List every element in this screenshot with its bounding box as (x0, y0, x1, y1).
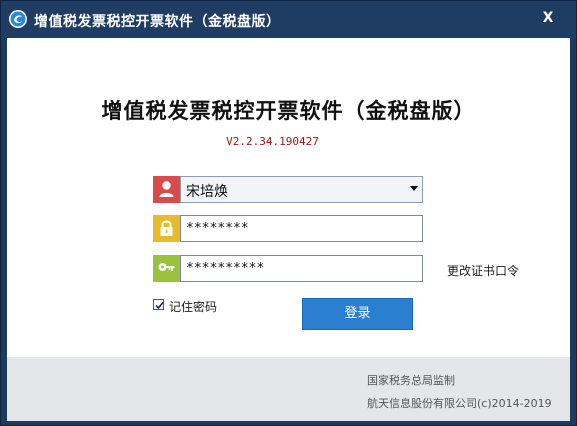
app-logo-icon (9, 10, 27, 28)
close-button[interactable]: X (534, 7, 562, 29)
remember-password-checkbox[interactable] (153, 299, 164, 310)
version-text: V2.2.34.190427 (226, 135, 319, 148)
user-icon (153, 176, 180, 203)
title-bar[interactable]: 增值税发票税控开票软件（金税盘版） X (1, 1, 576, 38)
window-title: 增值税发票税控开票软件（金税盘版） (34, 14, 281, 30)
page-title: 增值税发票税控开票软件（金税盘版） (101, 99, 476, 123)
copyright-text: 航天信息股份有限公司(c)2014-2019 (367, 397, 552, 410)
change-cert-password-link[interactable]: 更改证书口令 (447, 262, 519, 279)
checkmark-icon (155, 301, 164, 310)
lock-icon (153, 215, 180, 242)
login-button[interactable]: 登录 (302, 298, 413, 330)
user-select[interactable]: 宋培焕 (180, 176, 423, 203)
cert-password-input[interactable]: ********** (180, 255, 423, 282)
user-select-value: 宋培焕 (186, 184, 228, 200)
remember-password-label: 记住密码 (169, 300, 218, 314)
footer: 国家税务总局监制 航天信息股份有限公司(c)2014-2019 (7, 357, 570, 421)
key-icon (153, 255, 180, 282)
supervisor-text: 国家税务总局监制 (367, 374, 455, 387)
login-panel: 增值税发票税控开票软件（金税盘版） V2.2.34.190427 宋培焕 ***… (7, 38, 570, 357)
version-label: V2.2.34.190427 (7, 135, 570, 148)
chevron-down-icon[interactable] (410, 186, 418, 191)
password-input[interactable]: ******** (180, 215, 423, 242)
login-window: 增值税发票税控开票软件（金税盘版） X 增值税发票税控开票软件（金税盘版） V2… (0, 0, 577, 426)
